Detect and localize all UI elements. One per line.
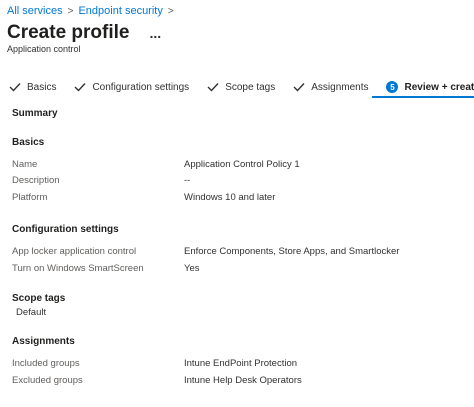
chevron-right-icon: > [67,5,74,17]
checkmark-icon [293,83,305,92]
step-configuration-settings[interactable]: Configuration settings [74,82,189,93]
excluded-groups-label: Excluded groups [12,375,83,386]
description-label: Description [12,175,60,186]
basics-heading: Basics [12,137,45,148]
page-title: Create profile [7,22,130,43]
step-basics[interactable]: Basics [9,82,56,93]
app-locker-label: App locker application control [12,246,137,257]
page-subtitle: Application control [7,44,81,54]
excluded-groups-value: Intune Help Desk Operators [184,375,302,386]
step-scope-tags[interactable]: Scope tags [207,82,275,93]
platform-label: Platform [12,192,48,203]
step-number-badge: 5 [386,81,399,93]
smartscreen-label: Turn on Windows SmartScreen [12,263,144,274]
current-step-indicator [372,96,474,98]
chevron-right-icon: > [167,5,174,17]
checkmark-icon [74,83,86,92]
step-assignments[interactable]: Assignments [293,82,368,93]
configuration-settings-heading: Configuration settings [12,224,119,235]
platform-value: Windows 10 and later [184,192,276,203]
breadcrumb-all-services[interactable]: All services [7,5,63,17]
step-label: Assignments [311,81,369,93]
wizard-steps: Basics Configuration settings Scope tags… [9,78,474,96]
scope-tags-heading: Scope tags [12,293,66,304]
breadcrumb: All services > Endpoint security > [7,5,179,17]
checkmark-icon [9,83,21,92]
step-label: Review + create [404,81,474,93]
assignments-heading: Assignments [12,336,75,347]
breadcrumb-endpoint-security[interactable]: Endpoint security [78,5,162,17]
title-row: Create profile ... [7,22,161,44]
summary-heading: Summary [12,108,58,119]
smartscreen-value: Yes [184,263,200,274]
app-locker-value: Enforce Components, Store Apps, and Smar… [184,246,400,257]
name-label: Name [12,159,38,170]
scope-tag-value: Default [16,307,47,318]
step-label: Scope tags [225,81,276,93]
step-review-create[interactable]: 5 Review + create [386,81,474,93]
included-groups-label: Included groups [12,358,80,369]
description-value: -- [184,175,191,186]
more-options-icon[interactable]: ... [149,26,161,40]
checkmark-icon [207,83,219,92]
step-label: Configuration settings [92,81,190,93]
step-label: Basics [27,81,57,93]
included-groups-value: Intune EndPoint Protection [184,358,298,369]
name-value: Application Control Policy 1 [184,159,300,170]
